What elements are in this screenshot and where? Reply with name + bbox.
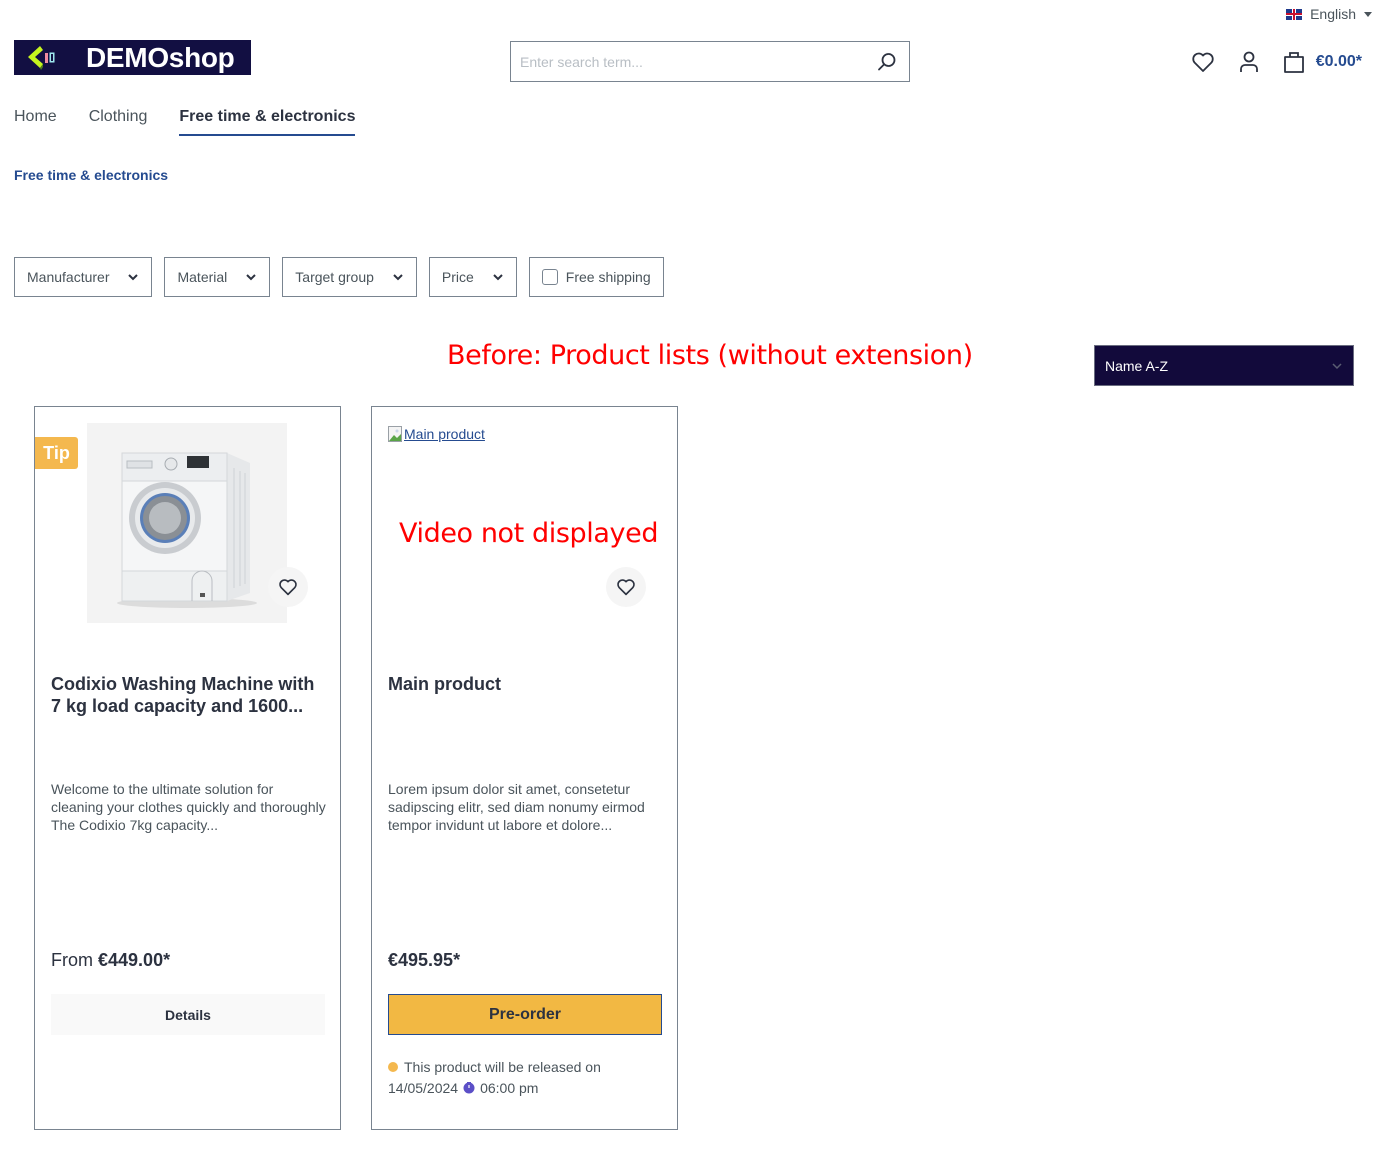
status-dot-icon (388, 1062, 398, 1072)
caret-down-icon (1364, 11, 1372, 17)
filter-material[interactable]: Material (164, 257, 271, 297)
clock-icon (463, 1082, 475, 1094)
wishlist-button[interactable] (1180, 47, 1226, 77)
breadcrumb[interactable]: Free time & electronics (14, 167, 168, 183)
heart-icon (279, 579, 297, 596)
filter-target-group[interactable]: Target group (282, 257, 417, 297)
filter-manufacturer[interactable]: Manufacturer (14, 257, 153, 297)
heart-icon (617, 579, 635, 596)
tip-badge: Tip (35, 437, 78, 469)
filter-price[interactable]: Price (428, 257, 517, 297)
product-description: Lorem ipsum dolor sit amet, consetetur s… (388, 781, 645, 833)
product-image-broken[interactable]: Main product (388, 426, 485, 442)
chevron-down-icon (128, 274, 139, 281)
pre-order-button[interactable]: Pre-order (388, 994, 662, 1035)
annotation-video-note: Video not displayed (399, 518, 659, 549)
release-date: 14/05/2024 (388, 1080, 459, 1096)
release-info: This product will be released on 14/05/2… (388, 1057, 668, 1099)
product-image[interactable] (87, 423, 287, 623)
release-time: 06:00 pm (480, 1080, 539, 1096)
logo-text: DEMOshop (86, 41, 235, 73)
sort-select[interactable]: Name A-Z (1094, 345, 1354, 386)
product-price: From €449.00* (51, 950, 170, 971)
annotation-title: Before: Product lists (without extension… (447, 340, 973, 371)
nav-item-free-time-electronics[interactable]: Free time & electronics (179, 108, 356, 136)
chevron-down-icon (393, 274, 403, 281)
uk-flag-icon (1286, 8, 1303, 20)
user-icon (1239, 51, 1258, 72)
product-price: €495.95* (388, 950, 460, 971)
price-value: €449.00* (98, 950, 171, 970)
language-selector[interactable]: English (1286, 6, 1372, 22)
filter-panel: Manufacturer Material Target group Price… (14, 257, 664, 297)
filter-label: Material (177, 269, 228, 285)
search-input[interactable] (511, 42, 865, 81)
filter-label: Manufacturer (27, 269, 110, 285)
product-title[interactable]: Main product (388, 673, 663, 695)
product-description: Welcome to the ultimate solution for cle… (51, 781, 326, 833)
main-navigation: Home Clothing Free time & electronics (14, 108, 356, 136)
chevron-down-icon (1332, 362, 1342, 369)
product-title[interactable]: Codixio Washing Machine with 7 kg load c… (51, 673, 326, 717)
search-icon (878, 52, 896, 70)
search-button[interactable] (865, 42, 909, 81)
filter-free-shipping[interactable]: Free shipping (528, 257, 664, 297)
washing-machine-image (87, 423, 287, 623)
nav-item-clothing[interactable]: Clothing (89, 108, 148, 136)
cart-button[interactable]: €0.00* (1272, 47, 1362, 77)
nav-item-home[interactable]: Home (14, 108, 57, 136)
logo[interactable]: DEMOshop (14, 40, 251, 75)
price-prefix: From (51, 950, 93, 970)
filter-label: Free shipping (565, 269, 651, 285)
account-button[interactable] (1226, 47, 1272, 77)
details-button[interactable]: Details (51, 994, 325, 1035)
add-to-wishlist-button[interactable] (606, 567, 646, 607)
product-image-alt-link[interactable]: Main product (404, 426, 485, 442)
logo-mark-icon (14, 40, 64, 75)
product-card: Main product Main product Lorem ipsum do… (371, 406, 678, 1130)
filter-label: Target group (295, 269, 374, 285)
chevron-down-icon (493, 274, 503, 281)
header-actions: €0.00* (1180, 47, 1362, 77)
add-to-wishlist-button[interactable] (268, 567, 308, 607)
product-card: Tip Codixio Washing Machine with 7 kg lo… (34, 406, 341, 1130)
broken-image-icon (388, 426, 402, 442)
filter-label: Price (441, 269, 474, 285)
cart-total: €0.00* (1315, 53, 1362, 70)
language-label: English (1310, 6, 1356, 22)
release-text: This product will be released on (404, 1059, 601, 1075)
sort-selected: Name A-Z (1105, 357, 1169, 374)
heart-icon (1192, 52, 1214, 72)
shopping-bag-icon (1283, 52, 1304, 73)
price-value: €495.95* (388, 950, 461, 970)
chevron-down-icon (246, 274, 256, 281)
search-bar (510, 41, 910, 82)
free-shipping-checkbox[interactable] (541, 269, 558, 285)
